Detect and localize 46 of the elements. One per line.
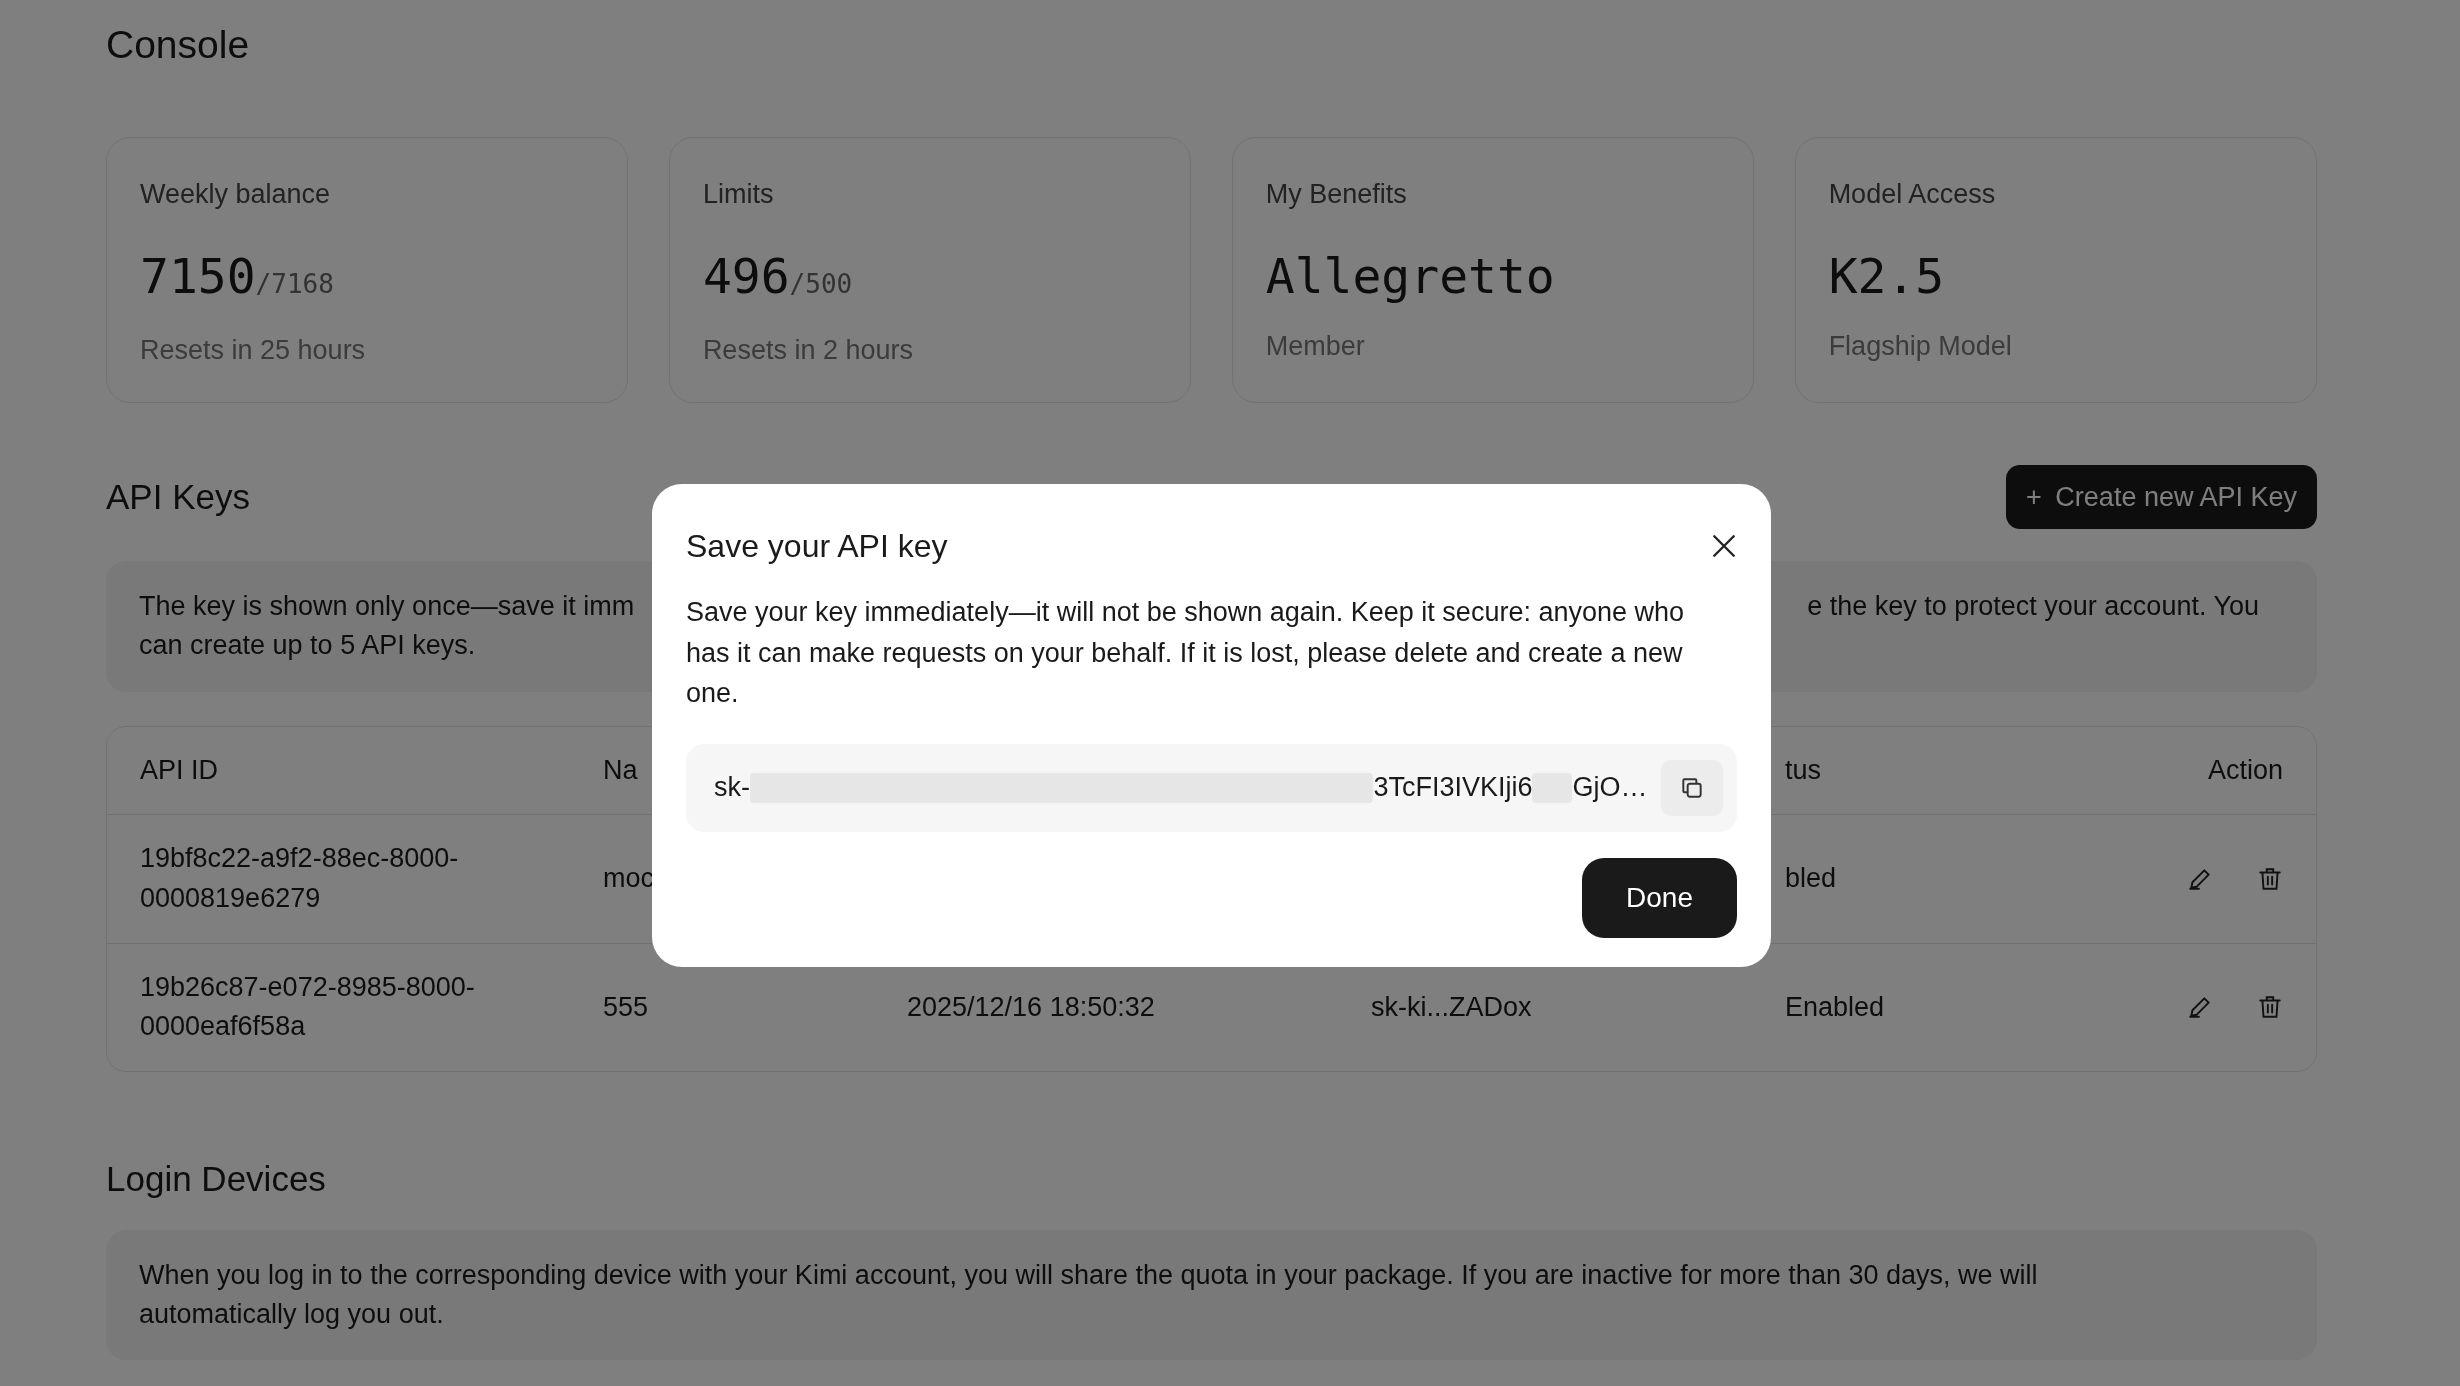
card-label: Limits	[702, 177, 775, 211]
card-label: Model Access	[1828, 177, 1997, 211]
notice-text: When you log in to the corresponding device with your Kimi account, you will share the quota in your package. If you are inactive for more than 30 days, we will automatically log you out.	[139, 1258, 2039, 1331]
card-note: Flagship Model	[1828, 330, 2013, 364]
dialog-message: Save your key immediately—it will not be shown again. Keep it secure: anyone who has it can make requests on your behalf. If it is lost, please delete and create a new one.	[686, 596, 1686, 710]
card-total: /7168	[255, 268, 334, 302]
table-cell: Enabled	[1785, 991, 1885, 1022]
table-cell: bled	[1785, 863, 1837, 893]
card-note: Resets in 2 hours	[702, 334, 914, 368]
notice-text: e the key to protect your account. You	[1807, 590, 2259, 624]
notice-text: can create up to 5 API keys.	[139, 630, 476, 661]
table-cell-text: 19b26c87-e072-8985-8000-0000eaf6f58a	[140, 970, 476, 1044]
column-header: Action	[2207, 754, 2283, 785]
section-title: API Keys	[106, 476, 250, 519]
key-text: 3TcFI3IVKIji6	[1373, 771, 1533, 805]
close-icon	[1711, 533, 1737, 559]
table-cell: 2025/12/16 18:50:32	[907, 991, 1155, 1022]
done-button[interactable]: Done	[1582, 857, 1737, 938]
card-value: Allegretto	[1265, 252, 1555, 301]
card-note: Resets in 25 hours	[140, 334, 367, 368]
card-label: My Benefits	[1265, 177, 1408, 211]
table-cell: sk-ki...ZADox	[1371, 991, 1532, 1022]
column-header: API ID	[140, 754, 219, 785]
section-title: Login Devices	[106, 1157, 327, 1200]
copy-button[interactable]	[1661, 759, 1723, 816]
key-prefix: sk-	[714, 771, 750, 805]
card-value: 496	[702, 252, 790, 301]
delete-icon[interactable]	[2257, 865, 2283, 892]
create-api-key-button[interactable]: + Create new API Key	[2006, 464, 2317, 530]
key-text: GjO…	[1572, 771, 1648, 805]
card-value: K2.5	[1828, 252, 1945, 301]
close-button[interactable]	[1711, 533, 1737, 559]
column-header: Na	[603, 754, 638, 785]
column-header: tus	[1785, 754, 1822, 785]
dialog-title: Save your API key	[686, 527, 948, 566]
edit-icon[interactable]	[2187, 994, 2213, 1021]
table-cell: 555	[603, 991, 649, 1022]
card-note: Member	[1265, 330, 1366, 364]
table-cell: moc	[603, 863, 654, 893]
notice-text: The key is shown only once—save it imm	[139, 590, 635, 624]
delete-icon[interactable]	[2257, 994, 2283, 1021]
page-title: Console	[106, 22, 251, 68]
card-value: 7150	[140, 252, 256, 301]
card-label: Weekly balance	[140, 177, 332, 211]
table-cell-text: 19bf8c22-a9f2-88ec-8000-0000819e6279	[140, 842, 460, 915]
card-total: /500	[789, 268, 853, 302]
